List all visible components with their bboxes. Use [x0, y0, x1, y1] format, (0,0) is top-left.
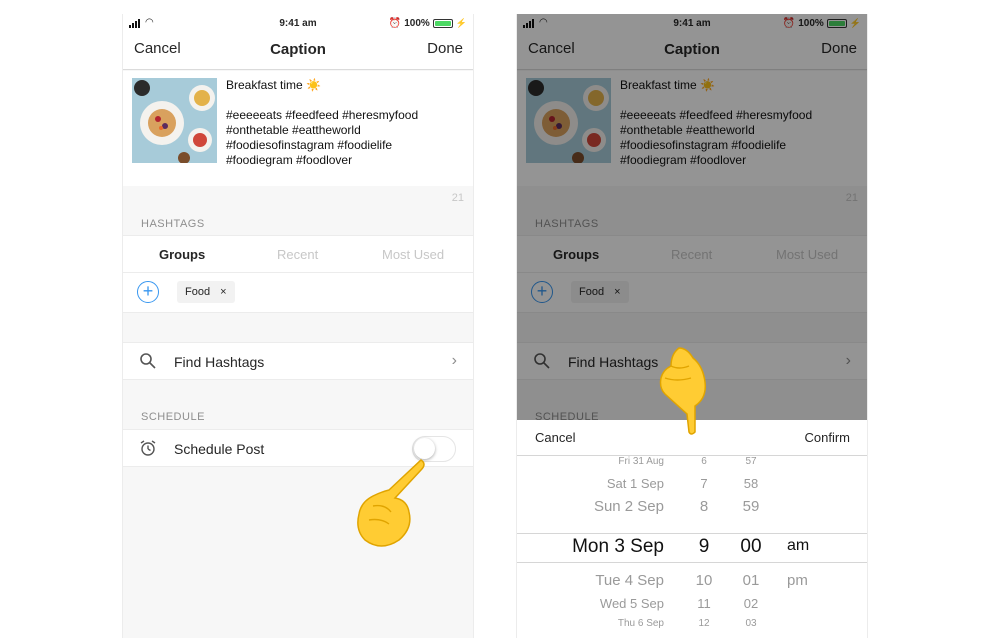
tab-most-used[interactable]: Most Used: [382, 247, 444, 262]
minute-option[interactable]: 58: [729, 476, 773, 491]
search-icon: [140, 353, 156, 369]
ampm-option[interactable]: pm: [787, 572, 808, 589]
hour-option[interactable]: 10: [679, 572, 729, 589]
hour-option[interactable]: 12: [679, 618, 729, 629]
group-chip[interactable]: Food ×: [177, 281, 235, 303]
charging-icon: ⚡: [455, 18, 467, 28]
alarm-clock-icon: [140, 440, 156, 456]
hour-option[interactable]: 11: [679, 596, 729, 611]
hour-option[interactable]: 7: [679, 476, 729, 491]
date-option[interactable]: Thu 6 Sep: [618, 618, 664, 629]
hashtag-groups: + Food ×: [123, 273, 473, 313]
chip-label: Food: [185, 286, 211, 298]
ampm-wheel[interactable]: am pm: [773, 456, 823, 638]
battery-icon: [432, 19, 453, 28]
add-group-button[interactable]: +: [137, 281, 159, 303]
date-option[interactable]: Sat 1 Sep: [607, 476, 664, 491]
hour-wheel[interactable]: 6 7 8 9 10 11 12: [679, 456, 729, 638]
phone-screen-caption: ◠ 9:41 am ⏰ 100% ⚡ Cancel Caption Done B…: [122, 14, 474, 638]
minute-option[interactable]: 02: [729, 596, 773, 611]
hour-option[interactable]: 9: [679, 536, 729, 558]
minute-option[interactable]: 01: [729, 572, 773, 589]
find-hashtags-label: Find Hashtags: [174, 354, 265, 370]
hashtag-line: #foodiegram #foodlover: [226, 153, 353, 167]
navigation-bar: Cancel Caption Done: [123, 34, 473, 70]
phone-screen-schedule: ◠ 9:41 am ⏰ 100% ⚡ Cancel Caption Done B…: [516, 14, 868, 638]
done-button[interactable]: Done: [427, 40, 463, 57]
cancel-button[interactable]: Cancel: [134, 40, 181, 57]
date-option[interactable]: Fri 31 Aug: [618, 456, 664, 467]
schedule-section-label: SCHEDULE: [141, 411, 205, 423]
hashtag-line: #foodiesofinstagram #foodielife: [226, 138, 393, 152]
schedule-toggle[interactable]: [412, 436, 456, 462]
hour-option[interactable]: 8: [679, 498, 729, 515]
counter-row: 21: [123, 186, 473, 214]
hour-option[interactable]: 6: [679, 456, 729, 467]
schedule-post-row: Schedule Post: [123, 429, 473, 467]
minute-option[interactable]: 57: [729, 456, 773, 467]
minute-option[interactable]: 03: [729, 618, 773, 629]
hashtag-tabs: Groups Recent Most Used: [123, 235, 473, 273]
date-option[interactable]: Sun 2 Sep: [594, 498, 664, 515]
status-bar: ◠ 9:41 am ⏰ 100% ⚡: [123, 14, 473, 34]
tab-groups[interactable]: Groups: [159, 247, 205, 262]
date-option[interactable]: Mon 3 Sep: [572, 536, 664, 558]
alarm-icon: ⏰: [388, 18, 402, 29]
caption-text[interactable]: Breakfast time ☀️ #eeeeeats #feedfeed #h…: [226, 78, 418, 168]
hashtag-count: 21: [451, 192, 464, 204]
picker-cancel-button[interactable]: Cancel: [535, 430, 575, 445]
pointing-hand-icon: [357, 459, 425, 547]
post-preview: Breakfast time ☀️ #eeeeeats #feedfeed #h…: [123, 71, 473, 186]
caption-title: Breakfast time ☀️: [226, 78, 321, 92]
minute-option[interactable]: 00: [729, 536, 773, 558]
plus-circle-icon: +: [142, 281, 154, 301]
chip-remove-button[interactable]: ×: [220, 281, 226, 303]
tab-recent[interactable]: Recent: [277, 247, 318, 262]
hashtag-line: #eeeeeats #feedfeed #heresmyfood: [226, 108, 419, 122]
post-thumbnail: [132, 78, 217, 163]
toggle-knob: [414, 438, 435, 459]
picker-toolbar: Cancel Confirm: [517, 420, 867, 456]
date-time-picker[interactable]: Fri 31 Aug Sat 1 Sep Sun 2 Sep Mon 3 Sep Tue…: [517, 456, 867, 638]
find-hashtags-row[interactable]: Find Hashtags ›: [123, 342, 473, 380]
chevron-right-icon: ›: [451, 352, 457, 369]
minute-wheel[interactable]: 57 58 59 00 01 02 03: [729, 456, 773, 638]
dim-overlay[interactable]: [517, 14, 867, 420]
date-wheel[interactable]: Fri 31 Aug Sat 1 Sep Sun 2 Sep Mon 3 Sep Tue…: [517, 456, 679, 638]
picker-confirm-button[interactable]: Confirm: [804, 430, 850, 445]
minute-option[interactable]: 59: [729, 498, 773, 515]
date-option[interactable]: Wed 5 Sep: [600, 596, 664, 611]
hashtags-section-label: HASHTAGS: [141, 218, 205, 230]
schedule-post-label: Schedule Post: [174, 441, 265, 457]
ampm-option[interactable]: am: [787, 537, 809, 555]
date-option[interactable]: Tue 4 Sep: [595, 572, 664, 589]
battery-percent: 100%: [404, 18, 430, 29]
hashtag-line: #onthetable #eattheworld: [226, 123, 361, 137]
